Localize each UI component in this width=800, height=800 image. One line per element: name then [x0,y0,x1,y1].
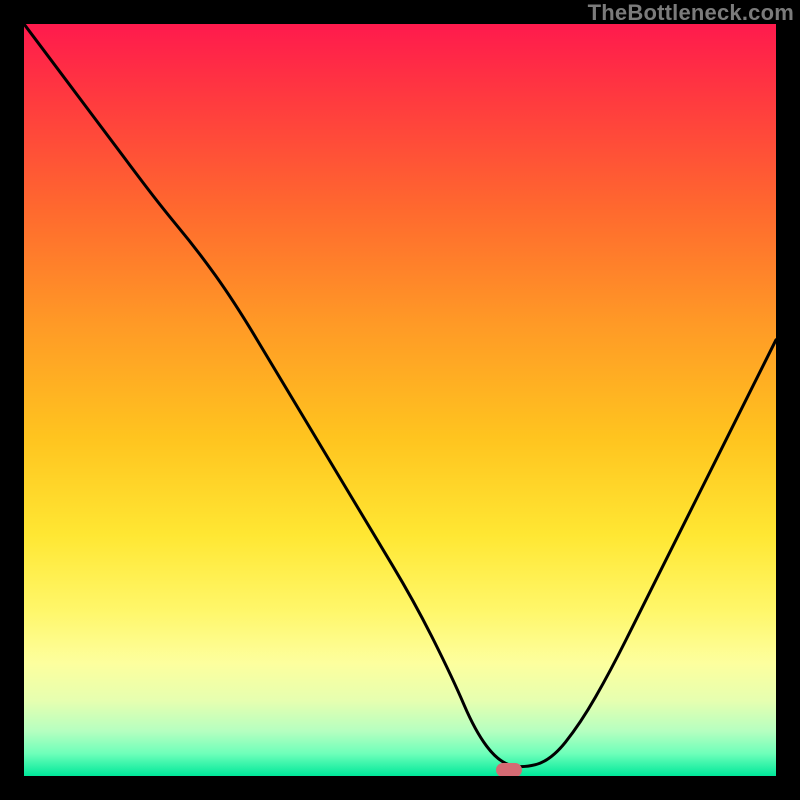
bottleneck-curve [24,24,776,776]
plot-area [24,24,776,776]
optimal-marker [496,763,522,776]
chart-frame: TheBottleneck.com [0,0,800,800]
watermark-text: TheBottleneck.com [588,0,794,26]
